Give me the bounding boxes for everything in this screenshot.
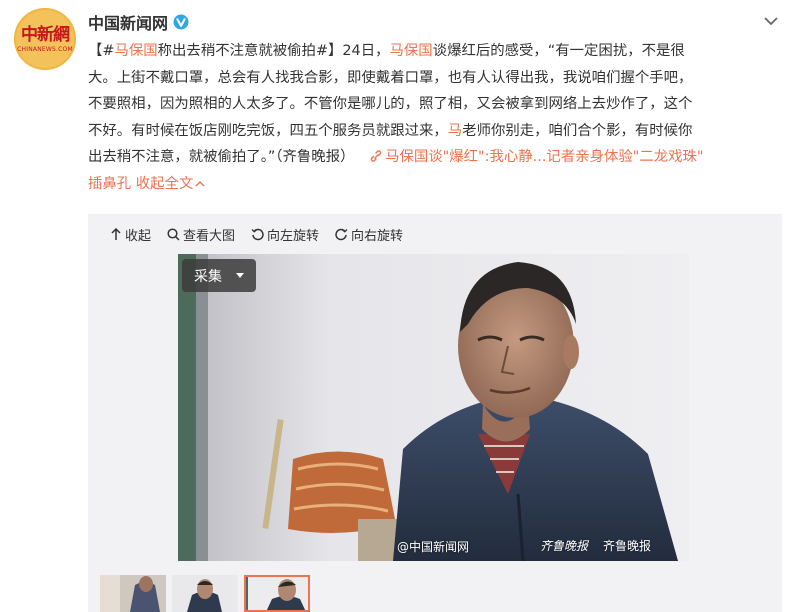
article-link-continued[interactable]: 插鼻孔 xyxy=(88,176,131,192)
chevron-down-icon[interactable] xyxy=(762,12,780,30)
chevron-up-icon xyxy=(195,180,205,186)
collect-button[interactable]: 采集 xyxy=(182,259,256,292)
thumbnail-strip xyxy=(100,575,310,612)
hashtag-link[interactable]: 【#马保国称出去稍不注意就被偷拍#】 xyxy=(88,43,342,59)
account-avatar[interactable]: 中新網 CHINANEWS.COM xyxy=(14,8,76,70)
rotate-right-button[interactable]: 向右旋转 xyxy=(335,225,403,244)
media-toolbar: 收起 查看大图 向左旋转 向右旋转 xyxy=(110,225,403,244)
rotate-right-icon xyxy=(335,228,348,241)
article-link[interactable]: 马保国谈"爆红":我心静...记者亲身体验"二龙戏珠" xyxy=(354,149,704,165)
rotate-left-icon xyxy=(251,228,264,241)
qilu-text-watermark: 齐鲁晚报 xyxy=(603,539,652,553)
post-line-4: 不好。有时候在饭店刚吃完饭，四五个服务员就跟过来，马老师你别走，咱们合个影，有时… xyxy=(88,122,693,139)
media-panel: 收起 查看大图 向左旋转 向右旋转 采集 @中国新闻网 齐鲁晚报 齐鲁晚报 xyxy=(88,214,782,612)
post-text: 【#马保国称出去稍不注意就被偷拍#】24日，马保国谈爆红后的感受，“有一定困扰，… xyxy=(88,38,788,197)
collapse-full-text[interactable]: 收起全文 xyxy=(136,176,206,192)
thumbnail-3[interactable] xyxy=(244,575,310,612)
thumbnail-2[interactable] xyxy=(172,575,238,612)
thumbnail-1[interactable] xyxy=(100,575,166,612)
account-name-row: 中国新闻网 xyxy=(88,10,189,34)
portrait-photo xyxy=(178,254,689,561)
main-photo[interactable]: 采集 @中国新闻网 齐鲁晚报 齐鲁晚报 xyxy=(178,254,689,561)
account-name[interactable]: 中国新闻网 xyxy=(88,10,168,34)
avatar-logo-subtext: CHINANEWS.COM xyxy=(17,46,73,53)
mention-link-2[interactable]: 马 xyxy=(448,123,462,139)
search-icon xyxy=(167,228,180,241)
post-line-3: 不要照相，因为照相的人太多了。不管你是哪儿的，照了相，又会被拿到网络上去炒作了，… xyxy=(88,96,693,112)
link-icon xyxy=(370,150,382,162)
post-line-6: 插鼻孔 收起全文 xyxy=(88,171,788,198)
post-line-1: 【#马保国称出去稍不注意就被偷拍#】24日，马保国谈爆红后的感受，“有一定困扰，… xyxy=(88,43,685,59)
mention-link[interactable]: 马保国 xyxy=(389,43,432,59)
rotate-left-button[interactable]: 向左旋转 xyxy=(251,225,319,244)
post-line-5: 出去稍不注意，就被偷拍了。”（齐鲁晚报） 马保国谈"爆红":我心静...记者亲身… xyxy=(88,149,704,165)
weibo-watermark: @中国新闻网 xyxy=(397,540,470,554)
collapse-media-button[interactable]: 收起 xyxy=(110,225,151,244)
avatar-logo-text: 中新網 xyxy=(21,25,70,45)
verified-icon xyxy=(173,14,189,30)
post-line-2: 大。上街不戴口罩，总会有人找我合影，即使戴着口罩，也有人认得出我，我说咱们握个手… xyxy=(88,69,693,86)
qilu-logo-watermark: 齐鲁晚报 xyxy=(540,539,589,553)
view-large-button[interactable]: 查看大图 xyxy=(167,225,235,244)
arrow-up-icon xyxy=(111,228,121,240)
caret-down-icon xyxy=(236,273,244,278)
